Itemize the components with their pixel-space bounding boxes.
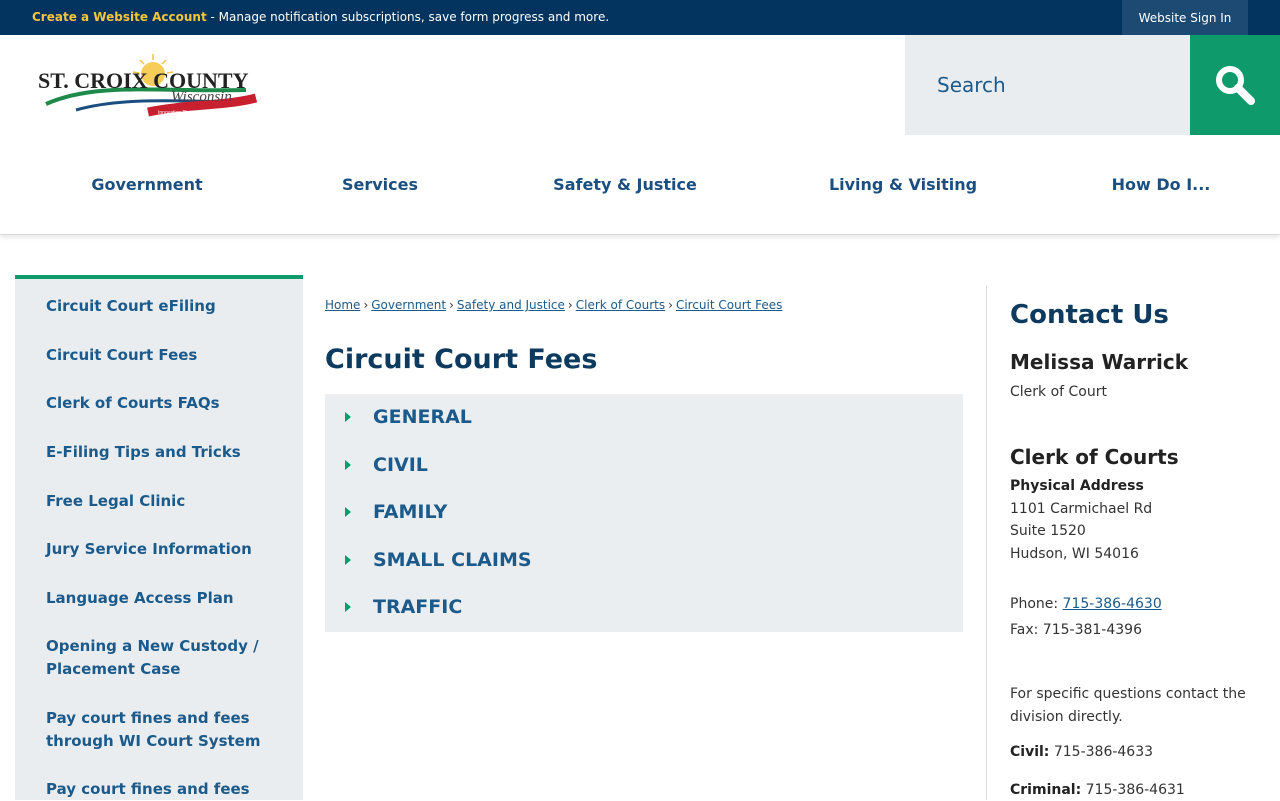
- civil-label: Civil:: [1010, 744, 1050, 760]
- logo-tagline: Innovation Through Cooperation: [158, 110, 230, 116]
- address-label-text: Physical Address: [1010, 478, 1144, 494]
- breadcrumb-government[interactable]: Government: [371, 298, 446, 312]
- search-icon: [1216, 66, 1255, 105]
- nav-services[interactable]: Services: [342, 175, 418, 194]
- account-promo: Create a Website Account - Manage notifi…: [32, 10, 609, 24]
- sidebar-item-free-legal-clinic[interactable]: Free Legal Clinic: [46, 490, 286, 513]
- department-heading: Clerk of Courts: [1010, 445, 1179, 469]
- contact-note: For specific questions contact the divis…: [1010, 686, 1246, 725]
- column-divider: [986, 286, 987, 800]
- accordion-label: SMALL CLAIMS: [373, 549, 532, 571]
- caret-right-icon: [345, 602, 351, 612]
- sidebar-item-language-access[interactable]: Language Access Plan: [46, 587, 286, 610]
- sidebar-item-clerk-faqs[interactable]: Clerk of Courts FAQs: [46, 392, 286, 415]
- phone-link[interactable]: 715-386-4630: [1063, 596, 1162, 612]
- address-line-3: Hudson, WI 54016: [1010, 546, 1139, 562]
- address-line-2: Suite 1520: [1010, 523, 1086, 539]
- sidebar-item-pay-fines[interactable]: Pay court fines and fees: [46, 778, 286, 801]
- address-label: Physical Address: [1010, 478, 1144, 494]
- top-utility-bar: Create a Website Account - Manage notifi…: [0, 0, 1280, 35]
- sidebar-item-efiling-tips[interactable]: E-Filing Tips and Tricks: [46, 441, 286, 464]
- search-field-container: [905, 35, 1190, 135]
- logo-graphic: ST. CROIX COUNTY Wisconsin Innovation Th…: [38, 54, 258, 117]
- website-sign-in-button[interactable]: Website Sign In: [1122, 0, 1248, 35]
- criminal-phone: 715-386-4631: [1081, 782, 1185, 798]
- main-navigation: Government Services Safety & Justice Liv…: [0, 135, 1280, 235]
- sidebar-item-jury-service[interactable]: Jury Service Information: [46, 538, 286, 561]
- caret-right-icon: [345, 412, 351, 422]
- logo-text-state: Wisconsin: [171, 89, 232, 105]
- address-line-1: 1101 Carmichael Rd: [1010, 501, 1153, 517]
- nav-government[interactable]: Government: [91, 175, 202, 194]
- county-logo[interactable]: ST. CROIX COUNTY Wisconsin Innovation Th…: [36, 52, 261, 122]
- fax-row: Fax: 715-381-4396: [1010, 622, 1142, 638]
- sidebar-item-circuit-court-efiling[interactable]: Circuit Court eFiling: [46, 295, 286, 318]
- civil-phone-row: Civil: 715-386-4633: [1010, 744, 1153, 760]
- phone-row: Phone: 715-386-4630: [1010, 596, 1162, 612]
- sidebar-navigation: Circuit Court eFiling Circuit Court Fees…: [15, 275, 303, 800]
- fees-accordion: GENERAL CIVIL FAMILY SMALL CLAIMS TRAFFI…: [325, 394, 963, 632]
- caret-right-icon: [345, 555, 351, 565]
- search-button[interactable]: [1190, 35, 1280, 135]
- page-title: Circuit Court Fees: [325, 344, 598, 375]
- criminal-phone-row: Criminal: 715-386-4631: [1010, 782, 1185, 798]
- accordion-family[interactable]: FAMILY: [325, 492, 963, 532]
- criminal-label: Criminal:: [1010, 782, 1082, 798]
- accordion-civil[interactable]: CIVIL: [325, 445, 963, 485]
- accordion-small-claims[interactable]: SMALL CLAIMS: [325, 540, 963, 580]
- breadcrumb-separator: ›: [668, 298, 673, 312]
- caret-right-icon: [345, 460, 351, 470]
- civil-phone: 715-386-4633: [1049, 744, 1154, 760]
- accordion-traffic[interactable]: TRAFFIC: [325, 587, 963, 627]
- breadcrumb: Home › Government › Safety and Justice › Clerk…: [325, 298, 782, 312]
- create-account-link[interactable]: Create a Website Account: [32, 10, 207, 24]
- accordion-general[interactable]: GENERAL: [325, 397, 963, 437]
- contact-name: Melissa Warrick: [1010, 350, 1189, 374]
- phone-label: Phone:: [1010, 596, 1063, 612]
- accordion-label: GENERAL: [373, 406, 472, 428]
- nav-living-visiting[interactable]: Living & Visiting: [829, 175, 977, 194]
- breadcrumb-separator: ›: [449, 298, 454, 312]
- accordion-label: CIVIL: [373, 454, 428, 476]
- breadcrumb-home[interactable]: Home: [325, 298, 360, 312]
- accordion-label: FAMILY: [373, 501, 448, 523]
- account-promo-text: - Manage notification subscriptions, sav…: [206, 10, 610, 24]
- breadcrumb-safety-justice[interactable]: Safety and Justice: [457, 298, 565, 312]
- breadcrumb-circuit-court-fees[interactable]: Circuit Court Fees: [676, 298, 782, 312]
- sidebar-item-pay-fines-wi[interactable]: Pay court fines and fees through WI Cour…: [46, 707, 286, 753]
- breadcrumb-separator: ›: [363, 298, 369, 312]
- sidebar-item-circuit-court-fees[interactable]: Circuit Court Fees: [46, 344, 286, 367]
- sidebar-item-custody-case[interactable]: Opening a New Custody / Placement Case: [46, 635, 286, 681]
- contact-heading: Contact Us: [1010, 300, 1169, 330]
- nav-safety-justice[interactable]: Safety & Justice: [553, 175, 697, 194]
- search-input[interactable]: [905, 35, 1190, 135]
- breadcrumb-separator: ›: [567, 298, 573, 312]
- contact-role: Clerk of Court: [1010, 384, 1107, 400]
- accordion-label: TRAFFIC: [373, 596, 463, 618]
- nav-how-do-i[interactable]: How Do I...: [1112, 175, 1211, 194]
- caret-right-icon: [345, 507, 351, 517]
- breadcrumb-clerk-of-courts[interactable]: Clerk of Courts: [576, 298, 665, 312]
